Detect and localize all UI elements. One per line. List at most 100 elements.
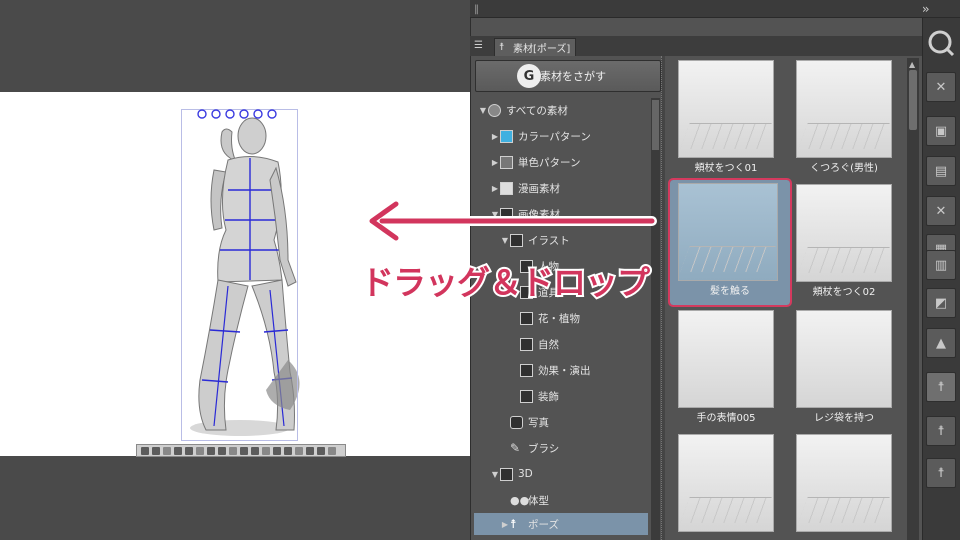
launcher-icon[interactable] [306,446,314,455]
material-thumbnail [678,60,774,158]
launcher-icon[interactable] [207,446,215,455]
tree-scrollbar-thumb[interactable] [652,100,659,150]
expand-right-icon[interactable]: ▶ [490,132,500,141]
assets-logo-icon: G [517,64,541,88]
material-label: 頬杖をつく01 [694,163,758,174]
drag-arrow-icon [367,199,657,243]
3d-cube-icon [500,467,513,481]
material-card[interactable]: 頬杖をつく02 [792,184,896,300]
decoration-icon [520,389,533,403]
material-label: くつろぐ(男性) [810,163,878,174]
tab-material-pose[interactable]: ☨ 素材[ポーズ] [494,38,576,56]
material-label: 頬杖をつく02 [812,287,876,298]
material-card[interactable]: くつろぐ(男性) [792,60,896,176]
drag-and-drop-caption: ドラッグ＆ドロップ [359,261,652,304]
grid-scrollbar[interactable]: ▲ [907,58,919,540]
object-manipulator-icon[interactable] [194,108,284,120]
search-additional-materials-button[interactable]: 追加素材をさがす [475,60,661,92]
tab-label: 素材[ポーズ] [513,44,571,55]
app-window: ‖ ›› ☰ ☨ 素材[ポーズ] 追加素材をさがす G ▼ すべての素材 ▶ カ… [0,0,960,540]
material-thumbnail [796,310,892,408]
tree-item-nature[interactable]: 自然 [520,333,559,355]
dock-material-pattern-icon[interactable]: ✕ [926,196,956,226]
dock-material-effect-icon[interactable]: ◩ [926,288,956,318]
material-thumbnail [796,184,892,282]
search-logo-icon[interactable] [926,26,956,60]
material-card[interactable] [674,434,778,532]
camera-icon [510,415,523,429]
panel-title-strip[interactable] [470,0,960,18]
launcher-icon[interactable] [240,446,248,455]
expand-right-icon[interactable]: ▶ [500,520,510,529]
material-label: 髪を触る [710,286,750,297]
material-card-selected[interactable]: 髪を触る [668,178,792,307]
tab-menu-icon[interactable]: ☰ [474,40,488,53]
tree-item-pose[interactable]: ▶ ☨ ポーズ [474,513,648,535]
dock-material-3d-icon[interactable]: ☨ [926,458,956,488]
tree-item-brush[interactable]: ✎ ブラシ [510,437,559,459]
tree-item-color-pattern[interactable]: ▶ カラーパターン [490,125,591,147]
expand-right-icon[interactable]: ▶ [490,158,500,167]
tree-item-body-type[interactable]: ●● 体型 [510,489,549,511]
body-type-icon: ●● [510,493,530,507]
tree-item-3d[interactable]: ▼ 3D [490,463,533,485]
launcher-icon[interactable] [163,446,171,455]
launcher-icon[interactable] [141,446,149,455]
tree-item-photo[interactable]: 写真 [510,411,549,433]
tree-scrollbar[interactable] [651,98,660,540]
dock-material-color-icon[interactable]: ✕ [926,72,956,102]
effect-icon [520,363,533,377]
material-thumbnail [678,183,778,281]
launcher-icon[interactable] [262,446,270,455]
material-tree: ▼ すべての素材 ▶ カラーパターン ▶ 単色パターン ▶ 漫画素材 ▼ 画像素… [474,98,650,540]
material-card[interactable]: レジ袋を持つ [792,310,896,426]
model-bounding-box [181,109,298,441]
collapse-panel-icon[interactable]: ›› [922,2,929,16]
launcher-icon[interactable] [328,446,336,455]
material-card[interactable]: 頬杖をつく01 [674,60,778,176]
pose-figure-icon: ☨ [499,42,505,53]
tree-item-all[interactable]: ▼ すべての素材 [478,99,568,121]
flower-icon [520,311,533,325]
expand-down-icon[interactable]: ▼ [490,470,500,479]
launcher-icon[interactable] [185,446,193,455]
launcher-icon[interactable] [284,446,292,455]
dock-material-manga-icon[interactable]: ▤ [926,156,956,186]
launcher-icon[interactable] [229,446,237,455]
material-label: レジ袋を持つ [814,413,874,424]
scroll-up-icon[interactable]: ▲ [909,60,915,69]
material-label: 手の表情005 [696,413,756,424]
grip-icon[interactable]: ‖ [474,4,479,15]
pose-figure-icon: ☨ [510,516,517,531]
mono-pattern-icon [500,155,513,169]
launcher-icon[interactable] [317,446,325,455]
launcher-icon[interactable] [295,446,303,455]
manga-material-icon [500,181,513,195]
expand-right-icon[interactable]: ▶ [490,184,500,193]
launcher-icon[interactable] [174,446,182,455]
dock-material-pose-icon[interactable]: ☨ [926,372,956,402]
panel-splitter[interactable] [661,56,665,540]
tree-item-mono-pattern[interactable]: ▶ 単色パターン [490,151,580,173]
tree-item-decoration[interactable]: 装飾 [520,385,559,407]
tree-item-effect[interactable]: 効果・演出 [520,359,591,381]
material-card[interactable]: 手の表情005 [674,310,778,426]
launcher-icon[interactable] [251,446,259,455]
dock-material-photo-icon[interactable]: ▲ [926,328,956,358]
color-pattern-icon [500,129,513,143]
material-thumbnail [678,310,774,408]
dock-material-body-icon[interactable]: ☨ [926,416,956,446]
material-thumbnail [678,434,774,532]
launcher-icon[interactable] [218,446,226,455]
material-card[interactable] [792,434,896,532]
dock-material-frame-icon[interactable]: ▥ [926,250,956,280]
nature-icon [520,337,533,351]
object-launcher-toolbar[interactable] [136,444,346,457]
expand-down-icon[interactable]: ▼ [478,106,488,115]
tree-item-flower[interactable]: 花・植物 [520,307,580,329]
grid-scrollbar-thumb[interactable] [909,70,917,130]
launcher-icon[interactable] [196,446,204,455]
launcher-icon[interactable] [152,446,160,455]
launcher-icon[interactable] [273,446,281,455]
dock-material-image-icon[interactable]: ▣ [926,116,956,146]
